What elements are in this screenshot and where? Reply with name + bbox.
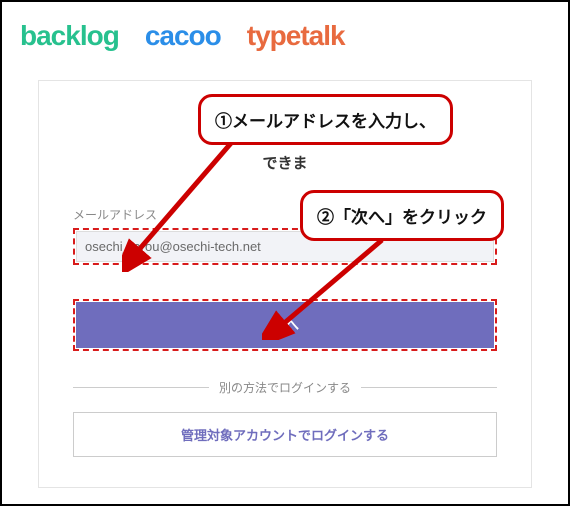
alt-login-section: 別の方法でログインする 管理対象アカウントでログインする (73, 379, 497, 457)
cacoo-logo: cacoo (145, 20, 221, 52)
backlog-logo: backlog (20, 20, 119, 52)
typetalk-logo: typetalk (247, 20, 345, 52)
next-button[interactable]: 次へ (76, 302, 494, 348)
callout-step-1: ①メールアドレスを入力し、 (198, 94, 453, 145)
next-highlight: 次へ (73, 299, 497, 351)
callout-step-2: ②「次へ」をクリック (300, 190, 504, 241)
product-logos: backlog cacoo typetalk (14, 14, 556, 70)
alt-login-heading: 別の方法でログインする (73, 379, 497, 396)
login-message-line2: できま (262, 155, 307, 172)
managed-account-login-button[interactable]: 管理対象アカウントでログインする (73, 412, 497, 457)
